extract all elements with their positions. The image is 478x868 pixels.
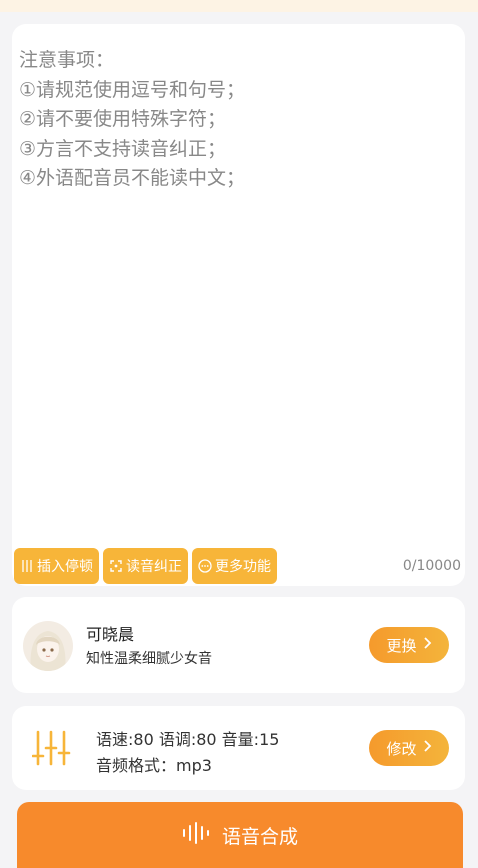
more-icon	[198, 559, 212, 573]
text-editor[interactable]: 注意事项： ①请规范使用逗号和句号； ②请不要使用特殊字符； ③方言不支持读音纠…	[12, 24, 465, 586]
pause-insert-icon	[20, 559, 34, 573]
change-voice-label: 更换	[386, 636, 417, 655]
chevron-right-icon	[423, 636, 432, 654]
voice-avatar	[23, 621, 73, 671]
more-functions-label: 更多功能	[215, 559, 271, 575]
voice-name: 可晓晨	[86, 625, 135, 644]
editor-toolbar: 插入停顿 读音纠正 更多功能	[14, 548, 277, 584]
equalizer-icon	[31, 728, 72, 768]
chevron-right-icon	[423, 739, 432, 757]
insert-pause-button[interactable]: 插入停顿	[14, 548, 99, 584]
change-voice-button[interactable]: 更换	[369, 627, 449, 663]
settings-card: 语速:80 语调:80 音量:15 音频格式：mp3 修改	[12, 706, 465, 790]
voice-card: 可晓晨 知性温柔细腻少女音 更换	[12, 597, 465, 693]
pronunciation-correct-button[interactable]: 读音纠正	[103, 548, 188, 584]
more-functions-button[interactable]: 更多功能	[192, 548, 277, 584]
audio-format: 音频格式：mp3	[96, 756, 212, 775]
pronunciation-icon	[109, 559, 123, 573]
notice-text: 注意事项： ①请规范使用逗号和句号； ②请不要使用特殊字符； ③方言不支持读音纠…	[19, 49, 246, 189]
voice-description: 知性温柔细腻少女音	[86, 651, 212, 667]
voice-params: 语速:80 语调:80 音量:15	[96, 730, 280, 749]
waveform-icon	[182, 822, 210, 849]
char-counter: 0/10000	[402, 558, 461, 574]
modify-settings-label: 修改	[386, 739, 417, 758]
pronunciation-correct-label: 读音纠正	[126, 559, 182, 575]
top-bar	[0, 0, 478, 12]
insert-pause-label: 插入停顿	[37, 559, 93, 575]
synthesize-label: 语音合成	[221, 826, 298, 848]
modify-settings-button[interactable]: 修改	[369, 730, 449, 766]
synthesize-button[interactable]: 语音合成	[17, 802, 463, 868]
